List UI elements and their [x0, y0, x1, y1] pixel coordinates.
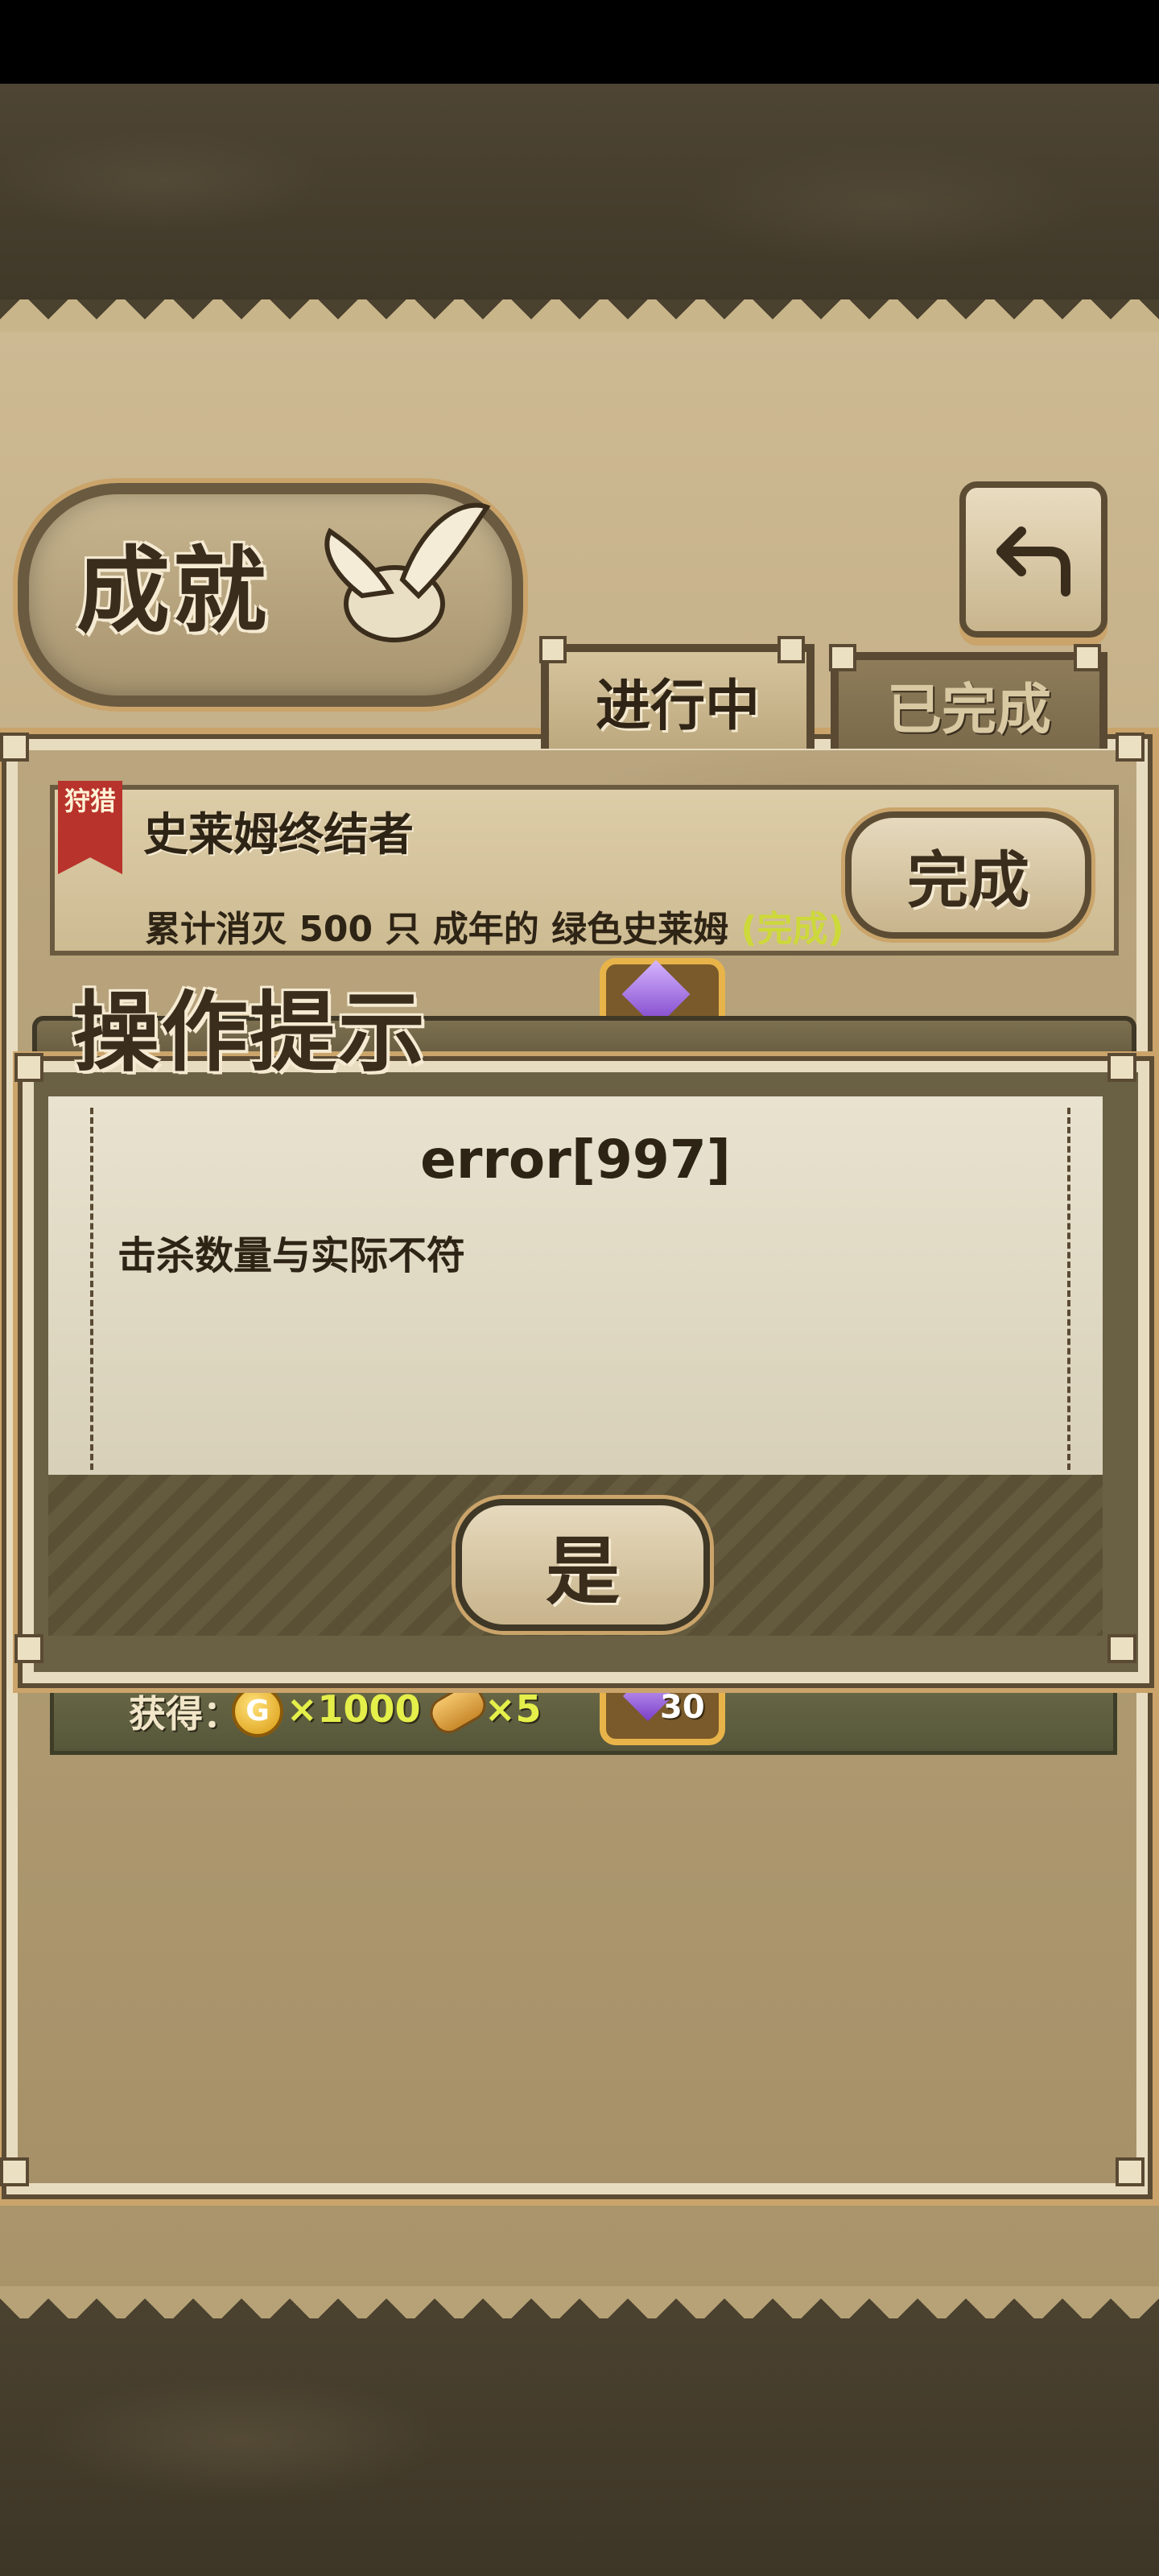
- achievement-name: 史莱姆终结者: [143, 809, 414, 861]
- zigzag-border-top: [0, 299, 1159, 332]
- frame-corner: [0, 2157, 29, 2186]
- dialog-corner: [1107, 1053, 1136, 1082]
- map-background-top: [0, 84, 1159, 301]
- dialog-corner: [14, 1053, 43, 1082]
- back-arrow-icon: [996, 526, 1070, 597]
- dialog-title: 操作提示: [72, 982, 427, 1084]
- tab-corner: [829, 644, 856, 671]
- tab-in-progress[interactable]: 进行中: [541, 644, 815, 749]
- winged-emblem-icon: [324, 502, 491, 642]
- tab-corner: [777, 636, 805, 663]
- frame-corner: [1116, 733, 1145, 762]
- frame-corner: [1116, 2157, 1145, 2186]
- complete-button[interactable]: 完成: [845, 811, 1091, 939]
- error-message: 击杀数量与实际不符: [118, 1233, 466, 1278]
- dialog-corner: [14, 1634, 43, 1663]
- frame-corner: [0, 733, 29, 762]
- zigzag-border-bottom: [0, 2286, 1159, 2318]
- bread-reward-amount: ×5: [485, 1687, 542, 1731]
- status-bar: [0, 0, 1159, 84]
- confirm-button[interactable]: 是: [456, 1499, 710, 1631]
- coin-reward-amount: ×1000: [287, 1687, 421, 1731]
- page-title: 成就: [76, 536, 270, 646]
- achievement-status: (完成): [740, 909, 844, 950]
- description-text: 累计消灭 500 只 成年的 绿色史莱姆: [145, 909, 729, 950]
- gold-coin-icon: G: [232, 1686, 283, 1737]
- error-code: error[997]: [420, 1129, 731, 1191]
- achievement-description: 累计消灭 500 只 成年的 绿色史莱姆 (完成): [145, 900, 844, 952]
- reward-label: 获得：: [129, 1692, 240, 1736]
- gem-reward-amount: 30: [660, 1689, 705, 1726]
- map-background-bottom: [0, 2318, 1159, 2576]
- dialog-corner: [1107, 1634, 1136, 1663]
- tab-corner: [539, 636, 567, 663]
- back-button[interactable]: [959, 481, 1107, 638]
- tab-corner: [1074, 644, 1101, 671]
- tab-completed[interactable]: 已完成: [831, 652, 1107, 749]
